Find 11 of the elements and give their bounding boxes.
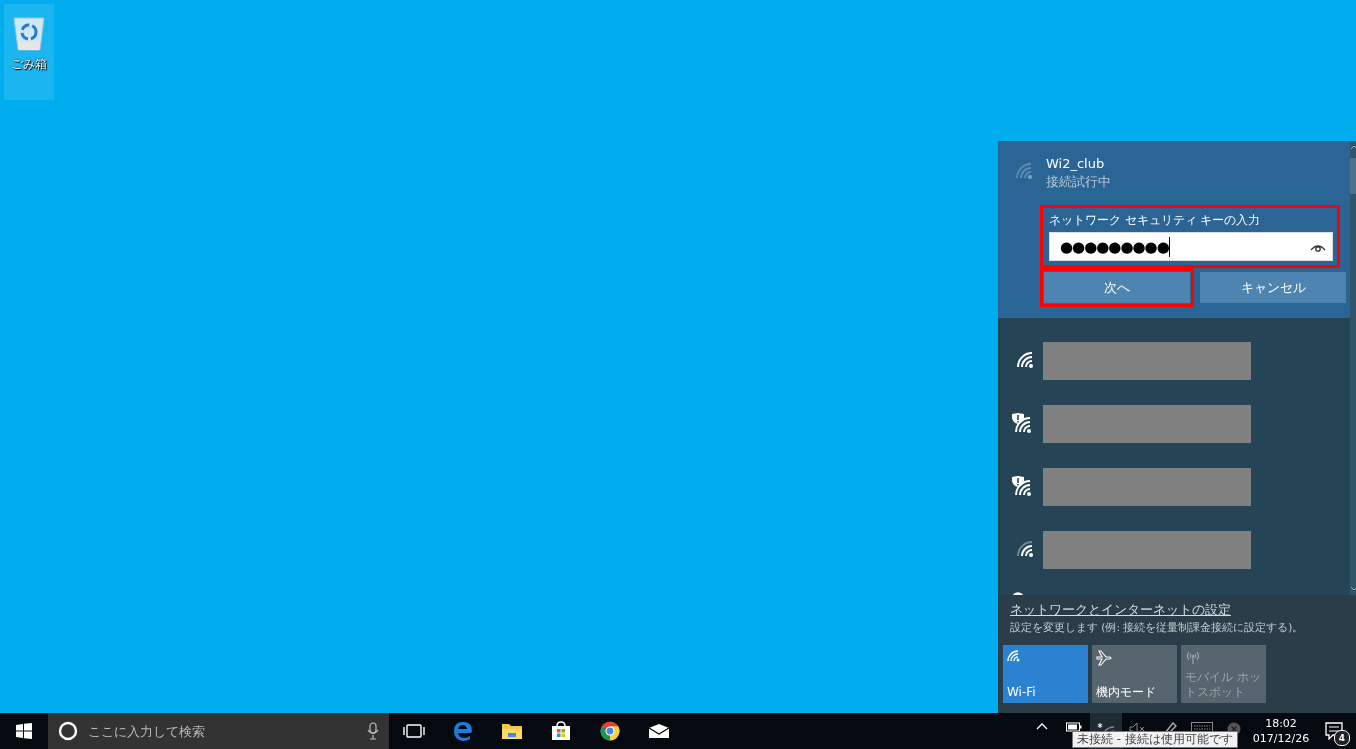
tile-label: 機内モード bbox=[1096, 685, 1157, 700]
settings-description: 設定を変更します (例: 接続を従量制課金接続に設定する)。 bbox=[1009, 620, 1305, 635]
tile-label: Wi-Fi bbox=[1007, 685, 1037, 700]
tooltip: 未接続 - 接続は使用可能です bbox=[1072, 731, 1238, 748]
clock-time: 18:02 bbox=[1265, 716, 1297, 731]
notification-count-badge: 4 bbox=[1334, 730, 1350, 746]
clock-date: 017/12/26 bbox=[1252, 731, 1310, 746]
tile-label: モバイル ホットスポット bbox=[1185, 670, 1262, 700]
network-status: 接続試行中 bbox=[1046, 173, 1111, 191]
field-label: ネットワーク セキュリティ キーの入力 bbox=[1049, 212, 1262, 228]
network-name: Wi2_club bbox=[1046, 155, 1106, 173]
